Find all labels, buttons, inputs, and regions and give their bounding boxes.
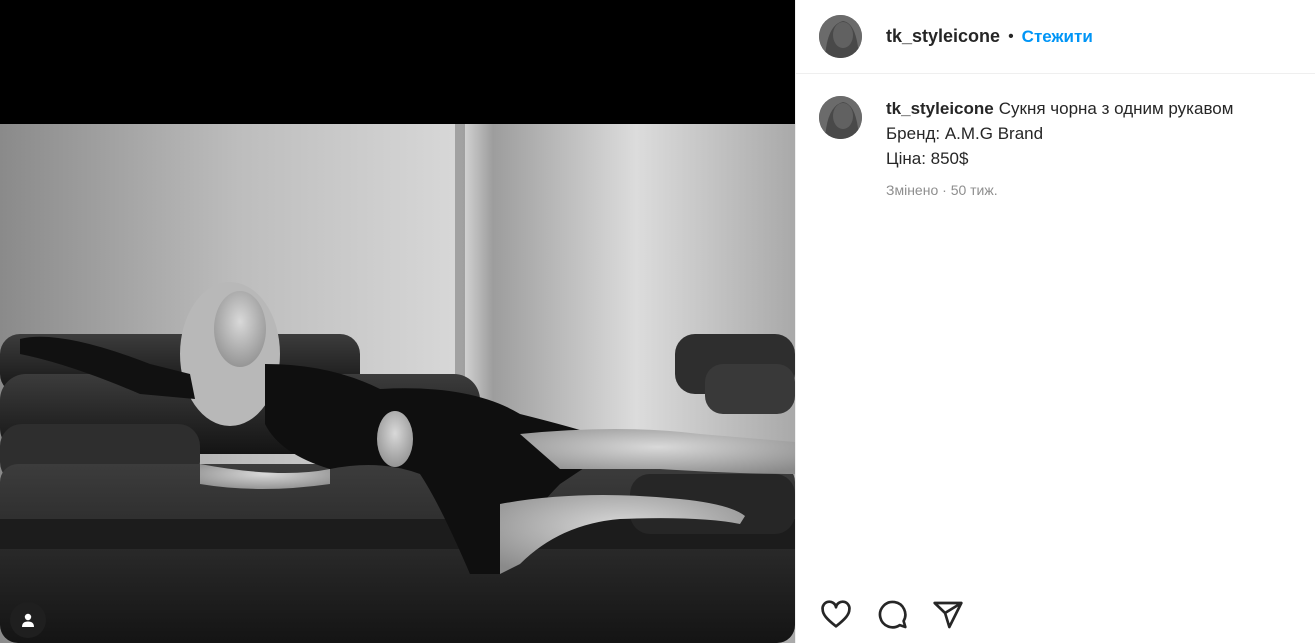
comment-icon xyxy=(878,600,907,629)
meta-separator: · xyxy=(938,182,951,198)
avatar-image xyxy=(819,15,862,58)
tagged-users-button[interactable] xyxy=(10,602,46,638)
post-username-link[interactable]: tk_styleicone xyxy=(886,26,1000,47)
like-button[interactable] xyxy=(818,597,854,633)
user-tag-icon xyxy=(22,613,34,627)
post-media xyxy=(0,0,795,643)
avatar-image xyxy=(819,96,862,139)
post-actions xyxy=(818,597,986,633)
caption-line-2: Бренд: A.M.G Brand xyxy=(886,124,1044,143)
caption-meta: Змінено · 50 тиж. xyxy=(886,178,1233,203)
heart-icon xyxy=(821,600,851,628)
avatar[interactable] xyxy=(819,15,862,58)
comment-button[interactable] xyxy=(874,597,910,633)
send-icon xyxy=(933,601,963,629)
caption-username-link[interactable]: tk_styleicone xyxy=(886,99,994,118)
follow-button[interactable]: Стежити xyxy=(1022,27,1093,47)
caption-line-3: Ціна: 850$ xyxy=(886,149,969,168)
caption: tk_styleicone Сукня чорна з одним рукавом… xyxy=(796,74,1315,203)
edited-label: Змінено xyxy=(886,182,939,198)
post-age[interactable]: 50 тиж. xyxy=(951,182,998,198)
post-photo xyxy=(0,124,795,643)
caption-line-1: Сукня чорна з одним рукавом xyxy=(998,99,1234,118)
post-header: tk_styleicone • Стежити xyxy=(796,0,1315,74)
avatar[interactable] xyxy=(819,96,862,139)
caption-body: tk_styleicone Сукня чорна з одним рукавом… xyxy=(886,96,1233,203)
post-side-panel: tk_styleicone • Стежити tk_styleicone Сук… xyxy=(795,0,1315,643)
share-button[interactable] xyxy=(930,597,966,633)
separator-dot: • xyxy=(1008,27,1014,45)
